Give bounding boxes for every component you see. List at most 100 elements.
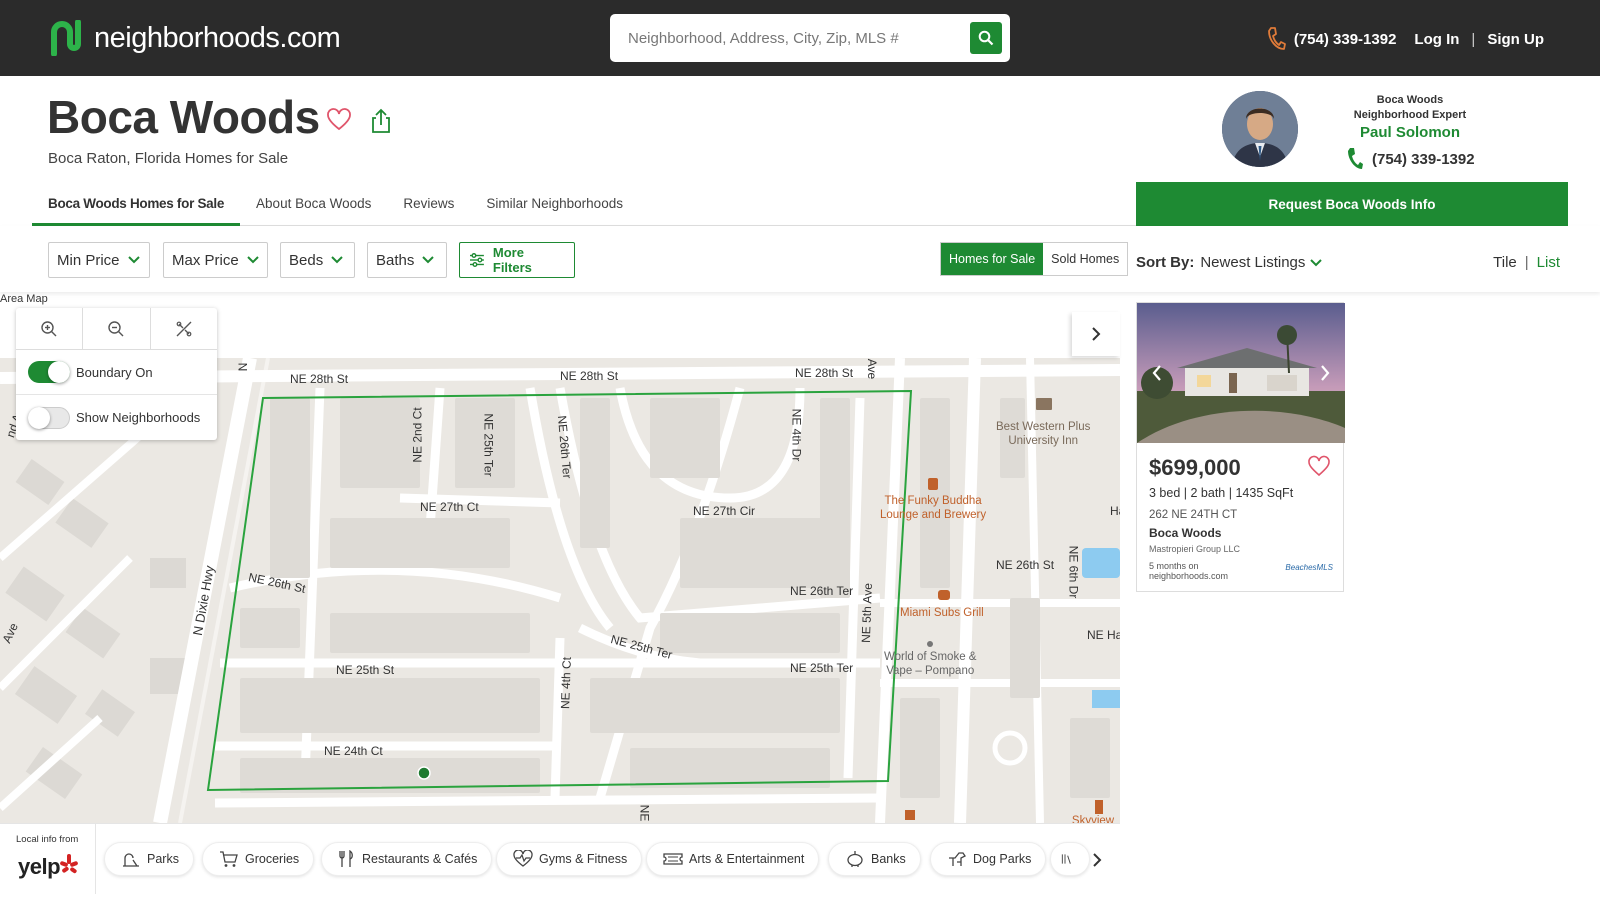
expert-portrait-icon	[1222, 91, 1298, 167]
street-label: NE 26th Ter	[790, 584, 854, 598]
category-parks[interactable]: Parks	[104, 842, 194, 876]
street-label: NE 28th St	[560, 369, 619, 383]
street-label: NE	[637, 804, 652, 822]
yelp-logo: Local info from yelp	[0, 824, 96, 894]
beds-dropdown[interactable]: Beds	[280, 242, 355, 278]
photo-prev-icon[interactable]	[1151, 364, 1163, 382]
show-neighborhoods-toggle[interactable]	[28, 406, 70, 429]
phone-icon	[1348, 148, 1363, 169]
listing-sqft: 1435 SqFt	[1235, 486, 1294, 500]
zoom-in-button[interactable]	[16, 308, 84, 349]
listing-photo[interactable]	[1137, 303, 1345, 443]
tab-similar-neighborhoods[interactable]: Similar Neighborhoods	[470, 186, 639, 226]
heart-pulse-icon	[513, 850, 533, 867]
category-scroll-right[interactable]	[1092, 852, 1102, 873]
max-price-dropdown[interactable]: Max Price	[163, 242, 268, 278]
mls-logo: BeachesMLS	[1285, 563, 1333, 572]
header-phone-link[interactable]: (754) 339-1392	[1294, 31, 1397, 48]
favorite-heart-icon[interactable]	[326, 108, 352, 132]
sale-status-toggle: Homes for Sale Sold Homes	[940, 242, 1129, 276]
category-more[interactable]	[1050, 842, 1090, 876]
request-info-button[interactable]: Request Boca Woods Info	[1136, 182, 1568, 226]
category-restaurants[interactable]: Restaurants & Cafés	[321, 842, 493, 876]
listing-neighborhood: Boca Woods	[1149, 526, 1222, 540]
poi-shop[interactable]: World of Smoke & Vape – Pompano	[884, 650, 976, 678]
tab-about[interactable]: About Boca Woods	[240, 186, 387, 226]
street-label: NE 4th Ct	[558, 656, 574, 710]
tab-reviews[interactable]: Reviews	[387, 186, 470, 226]
shop-icon	[927, 641, 933, 647]
sort-label: Sort By:	[1136, 254, 1195, 271]
category-dog-parks[interactable]: Dog Parks	[930, 842, 1047, 876]
listing-beds: 3 bed	[1149, 486, 1181, 500]
poi-brewery[interactable]: The Funky Buddha Lounge and Brewery	[880, 494, 986, 522]
listing-baths: 2 bath	[1190, 486, 1226, 500]
sort-value: Newest Listings	[1200, 254, 1306, 271]
burger-icon	[938, 590, 950, 600]
min-price-dropdown[interactable]: Min Price	[48, 242, 150, 278]
share-icon[interactable]	[370, 108, 392, 134]
tab-homes-for-sale[interactable]: Boca Woods Homes for Sale	[32, 186, 241, 226]
signup-link[interactable]: Sign Up	[1487, 31, 1544, 48]
expert-avatar	[1222, 91, 1298, 167]
more-filters-button[interactable]: More Filters	[459, 242, 575, 278]
view-list-link[interactable]: List	[1537, 254, 1560, 271]
street-label: N	[235, 362, 250, 372]
category-arts[interactable]: Arts & Entertainment	[646, 842, 820, 876]
boundary-toggle[interactable]	[28, 361, 70, 383]
street-label: Ha	[1110, 504, 1120, 518]
top-header: neighborhoods.com (754) 339-1392 Log In …	[0, 0, 1600, 76]
site-logo[interactable]: neighborhoods.com	[48, 20, 341, 56]
cafe-icon	[905, 810, 915, 820]
beds-label: Beds	[289, 251, 324, 269]
category-gyms[interactable]: Gyms & Fitness	[496, 842, 643, 876]
poi-hotel[interactable]: Best Western Plus University Inn	[996, 420, 1090, 448]
yelp-category-bar: Local info from yelp Parks Groceries Res…	[0, 823, 1120, 894]
search-button[interactable]	[970, 22, 1002, 54]
listing-specs: 3 bed | 2 bath | 1435 SqFt	[1149, 486, 1293, 500]
search-input[interactable]	[628, 26, 948, 50]
category-groceries[interactable]: Groceries	[202, 842, 315, 876]
expert-phone[interactable]: (754) 339-1392	[1346, 146, 1475, 172]
chevron-right-icon	[1092, 327, 1101, 341]
min-price-label: Min Price	[57, 251, 120, 269]
show-neighborhoods-label: Show Neighborhoods	[76, 410, 201, 425]
view-tile-link[interactable]: Tile	[1493, 254, 1517, 271]
listing-price: $699,000	[1149, 455, 1241, 480]
homes-for-sale-toggle[interactable]: Homes for Sale	[941, 243, 1044, 275]
login-link[interactable]: Log In	[1414, 31, 1459, 48]
sold-homes-toggle[interactable]: Sold Homes	[1043, 243, 1127, 275]
logo-text: neighborhoods.com	[94, 21, 341, 54]
photo-next-icon[interactable]	[1319, 364, 1331, 382]
street-label: NE 6th Dr	[1066, 545, 1081, 599]
collapse-map-button[interactable]	[1072, 312, 1120, 356]
zoom-out-button[interactable]	[83, 308, 151, 349]
cart-icon	[220, 851, 238, 867]
logo-mark-icon	[51, 20, 81, 56]
street-label: NE 24th Ct	[324, 744, 383, 758]
street-label: NE 27th Cir	[693, 504, 756, 518]
chevron-down-icon	[127, 256, 140, 264]
dog-icon	[949, 852, 966, 866]
baths-dropdown[interactable]: Baths	[367, 242, 447, 278]
street-label: NE 27th Ct	[420, 500, 479, 514]
beer-icon	[928, 478, 938, 490]
favorite-heart-icon[interactable]	[1307, 455, 1331, 477]
sort-dropdown[interactable]: Sort By: Newest Listings	[1136, 254, 1323, 271]
page-subtitle: Boca Raton, Florida Homes for Sale	[48, 150, 289, 167]
show-neighborhoods-row: Show Neighborhoods	[16, 395, 217, 440]
category-banks[interactable]: Banks	[828, 842, 921, 876]
max-price-label: Max Price	[172, 251, 239, 269]
header-actions: (754) 339-1392 Log In | Sign Up	[1266, 26, 1544, 52]
poi-restaurant[interactable]: Miami Subs Grill	[900, 606, 984, 620]
expert-name[interactable]: Paul Solomon	[1340, 123, 1480, 143]
street-label: Ave	[865, 358, 880, 380]
listing-age: 5 months on neighborhoods.com	[1149, 561, 1228, 581]
street-label: NE 4th Dr	[789, 408, 804, 462]
street-label: NE 25th Ter	[481, 413, 496, 477]
listing-card[interactable]: $699,000 3 bed | 2 bath | 1435 SqFt 262 …	[1136, 302, 1345, 592]
chevron-down-icon	[422, 256, 435, 264]
phone-icon	[1267, 27, 1286, 50]
draw-tool-button[interactable]	[151, 308, 217, 349]
poi-cafe[interactable]: Skyview Ca	[1066, 814, 1120, 823]
